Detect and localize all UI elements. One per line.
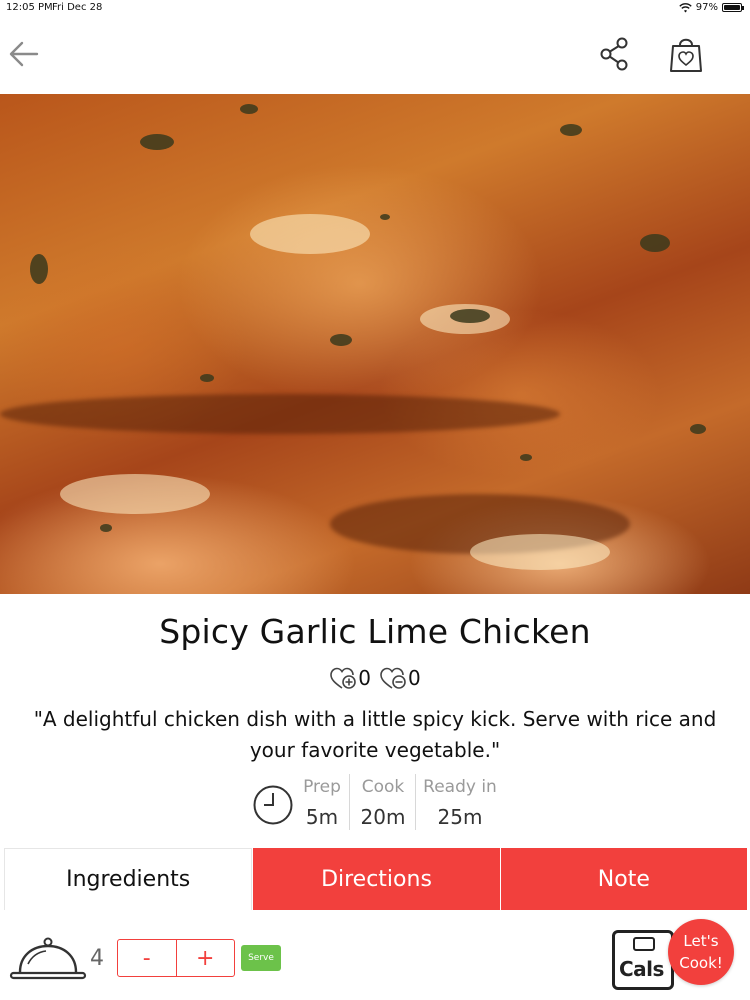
servings-count: 4 [90,946,104,971]
hero-herb [330,334,352,346]
prep-label: Prep [303,777,341,797]
cook-value: 20m [360,805,406,829]
bottom-bar: 4 - + Serve Cals Let's Cook! [0,910,750,1000]
top-nav [0,18,750,94]
hero-herb [240,104,258,114]
battery-level [724,5,740,10]
hero-herb [140,134,174,150]
status-time: 12:05 PM [6,2,53,13]
scale-dial [633,937,655,951]
servings-stepper: - + [117,939,235,977]
serve-button[interactable]: Serve [241,945,281,971]
hero-herb [30,254,48,284]
ready-time: Ready in 25m [419,774,501,832]
dislike-button[interactable]: 0 [379,666,421,690]
cook-time: Cook 20m [354,774,412,832]
cook-label: Cook [361,777,405,797]
prep-value: 5m [305,805,339,829]
tab-directions[interactable]: Directions [252,848,500,910]
lets-cook-line2: Cook! [679,954,723,972]
increase-servings-button[interactable]: + [175,940,235,976]
hero-shadow [0,394,560,434]
recipe-hero-image [0,94,750,594]
hero-herb [690,424,706,434]
recipe-tabs: Ingredients Directions Note [4,848,747,910]
clock-icon [253,785,293,825]
wifi-icon [679,2,692,12]
hero-highlight [60,474,210,514]
share-icon [600,37,628,71]
battery-icon [722,3,744,12]
hero-herb [380,214,390,220]
ready-value: 25m [437,805,483,829]
hero-herb [200,374,214,382]
heart-minus-icon [380,667,406,689]
dislike-count: 0 [408,666,421,690]
share-button[interactable] [598,36,632,72]
prep-time: Prep 5m [298,774,346,832]
hero-herb [450,309,490,323]
hero-herb [640,234,670,252]
recipe-title: Spicy Garlic Lime Chicken [159,612,591,651]
tab-ingredients[interactable]: Ingredients [4,848,253,910]
lets-cook-line1: Let's [683,932,719,950]
decrease-servings-button[interactable]: - [118,940,176,976]
battery-percent: 97% [695,2,718,13]
status-date: Fri Dec 28 [52,2,103,13]
time-divider [349,774,350,830]
tab-note[interactable]: Note [499,848,747,910]
hero-highlight [470,534,610,570]
lets-cook-label: Let's Cook! [679,930,723,974]
recipe-times: Prep 5m Cook 20m Ready in 25m [0,774,750,832]
back-button[interactable] [8,38,40,70]
recipe-description: "A delightful chicken dish with a little… [33,707,717,762]
status-bar: 12:05 PM Fri Dec 28 97% [0,0,750,18]
arrow-left-icon [9,41,39,67]
ready-label: Ready in [423,777,497,797]
hero-herb [100,524,112,532]
status-indicators: 97% [679,2,744,13]
hero-herb [520,454,532,461]
recipe-votes: 0 0 [0,666,750,690]
shopping-bag-button[interactable] [668,34,704,74]
cloche-icon [9,937,87,980]
lets-cook-button[interactable]: Let's Cook! [668,919,734,985]
calories-label: Cals [619,957,664,981]
calories-button[interactable]: Cals [612,930,674,990]
shopping-bag-heart-icon [670,38,702,72]
like-button[interactable]: 0 [329,666,371,690]
time-divider [415,774,416,830]
hero-highlight [250,214,370,254]
scale-icon: Cals [612,930,674,990]
hero-herb [560,124,582,136]
like-count: 0 [358,666,371,690]
heart-plus-icon [330,667,357,689]
